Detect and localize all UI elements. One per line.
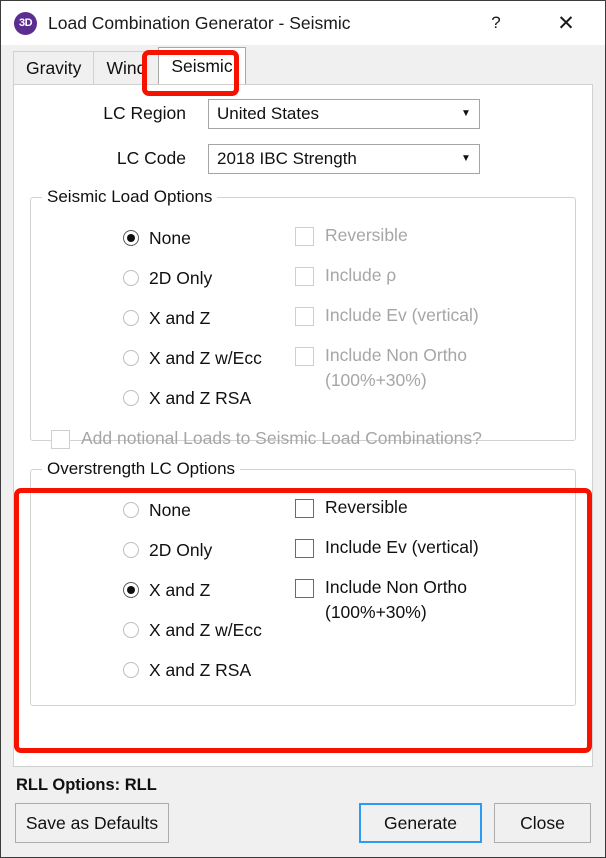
- radio-indicator: [123, 542, 139, 558]
- dialog-window: 3D Load Combination Generator - Seismic …: [0, 0, 606, 858]
- overstrength-lc-options-title: Overstrength LC Options: [42, 459, 240, 479]
- chevron-down-icon: ▼: [453, 108, 479, 119]
- checkbox-label: Include Non Ortho: [325, 345, 467, 365]
- seismic-check-include-rho[interactable]: Include ρ: [295, 258, 575, 298]
- tab-strip: Gravity Wind Seismic: [1, 45, 605, 84]
- checkbox-label: Include Ev (vertical): [325, 298, 479, 325]
- tab-seismic[interactable]: Seismic: [158, 47, 245, 84]
- help-button[interactable]: ?: [473, 1, 519, 45]
- overstrength-checkbox-column: Reversible Include Ev (vertical) Include…: [281, 490, 575, 690]
- title-bar: 3D Load Combination Generator - Seismic …: [1, 1, 605, 45]
- rll-options-status: RLL Options: RLL: [15, 767, 591, 803]
- overstrength-radio-none[interactable]: None: [123, 490, 281, 530]
- overstrength-radio-x-and-z-wecc[interactable]: X and Z w/Ecc: [123, 610, 281, 650]
- radio-label: X and Z w/Ecc: [149, 620, 262, 641]
- seismic-load-options-title: Seismic Load Options: [42, 187, 217, 207]
- radio-label: X and Z RSA: [149, 388, 251, 409]
- seismic-radio-none[interactable]: None: [123, 218, 281, 258]
- overstrength-radio-column: None 2D Only X and Z X and Z w/Ecc: [31, 490, 281, 690]
- overstrength-check-reversible[interactable]: Reversible: [295, 490, 575, 530]
- close-window-button[interactable]: ✕: [543, 1, 589, 45]
- radio-indicator: [123, 310, 139, 326]
- radio-label: None: [149, 228, 191, 249]
- tab-gravity[interactable]: Gravity: [13, 51, 94, 84]
- seismic-radio-2d-only[interactable]: 2D Only: [123, 258, 281, 298]
- checkbox-label: Add notional Loads to Seismic Load Combi…: [81, 430, 482, 448]
- radio-indicator: [123, 270, 139, 286]
- checkbox-indicator: [51, 430, 70, 449]
- dialog-footer: RLL Options: RLL Save as Defaults Genera…: [1, 767, 605, 857]
- radio-label: X and Z: [149, 580, 210, 601]
- radio-label: 2D Only: [149, 540, 212, 561]
- checkbox-indicator: [295, 267, 314, 286]
- radio-label: X and Z w/Ecc: [149, 348, 262, 369]
- lc-code-dropdown[interactable]: 2018 IBC Strength ▼: [208, 144, 480, 174]
- close-button[interactable]: Close: [494, 803, 591, 843]
- seismic-radio-x-and-z[interactable]: X and Z: [123, 298, 281, 338]
- radio-indicator: [123, 230, 139, 246]
- checkbox-label: Include Non Ortho: [325, 577, 467, 597]
- overstrength-check-include-ev[interactable]: Include Ev (vertical): [295, 530, 575, 570]
- checkbox-label: Reversible: [325, 218, 408, 245]
- seismic-tab-panel: LC Region United States ▼ LC Code 2018 I…: [13, 84, 593, 767]
- radio-indicator: [123, 350, 139, 366]
- checkbox-sublabel: (100%+30%): [325, 604, 467, 622]
- checkbox-indicator: [295, 579, 314, 598]
- checkbox-indicator: [295, 539, 314, 558]
- seismic-check-notional-loads[interactable]: Add notional Loads to Seismic Load Combi…: [31, 418, 575, 460]
- radio-label: X and Z RSA: [149, 660, 251, 681]
- close-icon: ✕: [557, 13, 575, 34]
- seismic-checkbox-column: Reversible Include ρ Include Ev (vertica…: [281, 218, 575, 418]
- checkbox-indicator: [295, 499, 314, 518]
- seismic-radio-column: None 2D Only X and Z X and Z w/Ecc: [31, 218, 281, 418]
- radio-indicator: [123, 622, 139, 638]
- seismic-radio-x-and-z-wecc[interactable]: X and Z w/Ecc: [123, 338, 281, 378]
- radio-label: X and Z: [149, 308, 210, 329]
- checkbox-label-wrap: Include Non Ortho (100%+30%): [325, 338, 467, 389]
- checkbox-sublabel: (100%+30%): [325, 372, 467, 390]
- button-row: Save as Defaults Generate Close: [15, 803, 591, 857]
- lc-code-value: 2018 IBC Strength: [209, 149, 453, 169]
- chevron-down-icon: ▼: [453, 153, 479, 164]
- checkbox-indicator: [295, 347, 314, 366]
- overstrength-check-include-non-ortho[interactable]: Include Non Ortho (100%+30%): [295, 570, 575, 621]
- window-title: Load Combination Generator - Seismic: [48, 13, 351, 34]
- overstrength-lc-options-group: Overstrength LC Options None 2D Only X a…: [30, 469, 576, 706]
- radio-indicator: [123, 662, 139, 678]
- lc-code-row: LC Code 2018 IBC Strength ▼: [14, 136, 592, 181]
- checkbox-label: Reversible: [325, 490, 408, 517]
- seismic-load-options-group: Seismic Load Options None 2D Only X and …: [30, 197, 576, 441]
- radio-label: None: [149, 500, 191, 521]
- seismic-options-columns: None 2D Only X and Z X and Z w/Ecc: [31, 198, 575, 418]
- radio-label: 2D Only: [149, 268, 212, 289]
- lc-region-label: LC Region: [14, 103, 208, 124]
- lc-code-label: LC Code: [14, 148, 208, 169]
- overstrength-options-columns: None 2D Only X and Z X and Z w/Ecc: [31, 470, 575, 690]
- lc-region-row: LC Region United States ▼: [14, 91, 592, 136]
- checkbox-label: Include Ev (vertical): [325, 530, 479, 557]
- overstrength-radio-x-and-z[interactable]: X and Z: [123, 570, 281, 610]
- seismic-check-include-ev[interactable]: Include Ev (vertical): [295, 298, 575, 338]
- seismic-check-include-non-ortho[interactable]: Include Non Ortho (100%+30%): [295, 338, 575, 389]
- checkbox-label: Include ρ: [325, 258, 396, 285]
- generate-button[interactable]: Generate: [359, 803, 482, 843]
- overstrength-radio-2d-only[interactable]: 2D Only: [123, 530, 281, 570]
- app-3d-icon: 3D: [14, 12, 37, 35]
- checkbox-label-wrap: Include Non Ortho (100%+30%): [325, 570, 467, 621]
- seismic-radio-x-and-z-rsa[interactable]: X and Z RSA: [123, 378, 281, 418]
- save-as-defaults-button[interactable]: Save as Defaults: [15, 803, 169, 843]
- seismic-check-reversible[interactable]: Reversible: [295, 218, 575, 258]
- tab-wind[interactable]: Wind: [93, 51, 159, 84]
- radio-indicator: [123, 582, 139, 598]
- lc-region-value: United States: [209, 104, 453, 124]
- overstrength-radio-x-and-z-rsa[interactable]: X and Z RSA: [123, 650, 281, 690]
- radio-indicator: [123, 390, 139, 406]
- checkbox-indicator: [295, 307, 314, 326]
- lc-region-dropdown[interactable]: United States ▼: [208, 99, 480, 129]
- checkbox-indicator: [295, 227, 314, 246]
- radio-indicator: [123, 502, 139, 518]
